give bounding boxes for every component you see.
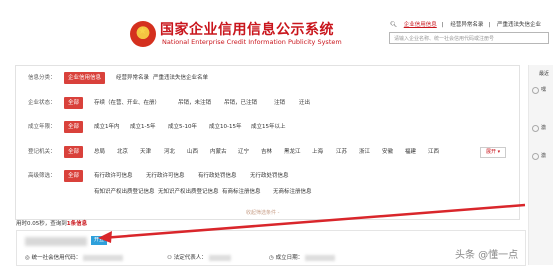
sidebar-item[interactable]: 激 [541, 124, 546, 131]
filter-chip-selected[interactable]: 全部 [64, 170, 84, 182]
page-subtitle: National Enterprise Credit Information P… [162, 38, 342, 46]
nav-abnormal-list[interactable]: 经营异常名录 [450, 22, 483, 28]
filter-option[interactable]: 浙江 [359, 146, 370, 158]
filter-option[interactable]: 注销 [274, 97, 285, 109]
status-badge: 开业 [91, 236, 108, 245]
filter-option[interactable]: 内蒙古 [210, 146, 227, 158]
right-sidebar: 最近 嘿 激 激 [528, 65, 553, 265]
filter-option[interactable]: 吉林 [261, 146, 272, 158]
established-label: 成立日期： [275, 255, 304, 261]
filter-option[interactable]: 有商标注册信息 [222, 186, 261, 198]
filter-option[interactable]: 河北 [164, 146, 175, 158]
sidebar-item[interactable]: 激 [541, 152, 546, 159]
nav-serious-violation[interactable]: 严重违法失信企业 [497, 22, 541, 28]
credit-code-field: ◎ 统一社会信用代码： [25, 253, 124, 261]
filter-option[interactable]: 有行政处罚信息 [198, 170, 237, 182]
top-nav: 🔍︎ 企业信用信息 | 经营异常名录 | 严重违法失信企业 [390, 22, 541, 28]
filter-option[interactable]: 江西 [428, 146, 439, 158]
filter-row-years: 成立年限： 全部 成立1年内 成立1-5年 成立5-10年 成立10-15年 成… [16, 121, 521, 133]
filter-option[interactable]: 山西 [187, 146, 198, 158]
filter-option[interactable]: 无知识产权出质登记信息 [158, 186, 219, 198]
result-time: 用时0.05秒，查询到 [16, 221, 67, 227]
sidebar-item[interactable]: 嘿 [541, 86, 546, 93]
expand-button[interactable]: 展开 ▾ [480, 147, 507, 158]
sidebar-title: 最近 [539, 71, 550, 77]
filter-row-category: 信息分类： 企业信用信息 经营异常名录 严重违法失信企业名单 [16, 72, 521, 84]
site-header: 国家企业信用信息公示系统 National Enterprise Credit … [0, 0, 553, 60]
filter-label: 成立年限： [28, 124, 56, 130]
result-summary: 用时0.05秒，查询到1条信息 [16, 219, 87, 227]
search-input[interactable]: 请输入企业名称、统一社会信用代码或注册号 [389, 32, 549, 44]
filter-option[interactable]: 安徽 [382, 146, 393, 158]
filter-option[interactable]: 无行政处罚信息 [250, 170, 289, 182]
filter-option[interactable]: 黑龙江 [284, 146, 301, 158]
filter-label: 信息分类： [28, 75, 56, 81]
watermark: 头条 @懂一点 [455, 250, 519, 261]
redacted-value [83, 254, 124, 261]
filter-option[interactable]: 成立10-15年 [209, 121, 241, 133]
info-icon: ◎ [25, 255, 30, 261]
filter-option[interactable]: 吊销，未注销 [178, 97, 211, 109]
filter-row-advanced-2: 有知识产权出质登记信息 无知识产权出质登记信息 有商标注册信息 无商标注册信息 [16, 186, 521, 198]
filter-option[interactable]: 总局 [94, 146, 105, 158]
filter-chip-selected[interactable]: 全部 [64, 146, 84, 158]
company-name-redacted[interactable] [25, 237, 87, 246]
filter-option[interactable]: 无行政许可信息 [146, 170, 185, 182]
nav-credit-info[interactable]: 企业信用信息 [404, 22, 437, 28]
filter-option[interactable]: 成立15年以上 [251, 121, 286, 133]
filter-option[interactable]: 有行政许可信息 [94, 170, 133, 182]
filter-option[interactable]: 存续（在营、开业、在册） [94, 97, 160, 109]
filter-option[interactable]: 有知识产权出质登记信息 [94, 186, 155, 198]
filter-option[interactable]: 无商标注册信息 [273, 186, 312, 198]
legal-rep-label: 法定代表人： [173, 255, 207, 261]
filter-label: 企业状态： [28, 100, 56, 106]
national-emblem-icon [130, 21, 156, 47]
filter-option[interactable]: 北京 [117, 146, 128, 158]
radio-icon[interactable] [532, 125, 539, 132]
search-icon: 🔍︎ [390, 22, 397, 28]
filter-option[interactable]: 天津 [140, 146, 151, 158]
credit-code-label: 统一社会信用代码： [31, 255, 82, 261]
filter-option[interactable]: 上海 [312, 146, 323, 158]
filter-label: 登记机关： [28, 149, 56, 155]
established-field: ◷ 成立日期： [269, 253, 336, 261]
filter-option[interactable]: 迁出 [299, 97, 310, 109]
filter-option[interactable]: 经营异常名录 [116, 72, 149, 84]
filter-option[interactable]: 江苏 [336, 146, 347, 158]
calendar-icon: ◷ [269, 255, 274, 261]
radio-icon[interactable] [532, 153, 539, 160]
filter-option[interactable]: 成立1年内 [94, 121, 120, 133]
filter-chip-selected[interactable]: 企业信用信息 [64, 72, 106, 84]
radio-icon[interactable] [532, 87, 539, 94]
filter-option[interactable]: 辽宁 [238, 146, 249, 158]
filter-chip-selected[interactable]: 全部 [64, 121, 84, 133]
filter-panel: 信息分类： 企业信用信息 经营异常名录 严重违法失信企业名单 企业状态： 全部 … [15, 65, 520, 220]
filter-chip-selected[interactable]: 全部 [64, 97, 84, 109]
filter-option[interactable]: 福建 [405, 146, 416, 158]
filter-row-status: 企业状态： 全部 存续（在营、开业、在册） 吊销，未注销 吊销，已注销 注销 迁… [16, 97, 521, 109]
result-card[interactable]: 开业 ◎ 统一社会信用代码： ⚇ 法定代表人： ◷ 成立日期： [16, 230, 526, 266]
redacted-value [305, 254, 336, 261]
collapse-filters-link[interactable]: 收起筛选条件 - [246, 209, 279, 216]
filter-option[interactable]: 吊销，已注销 [224, 97, 257, 109]
redacted-value [208, 254, 231, 261]
result-count: 1条信息 [66, 221, 88, 227]
filter-option[interactable]: 严重违法失信企业名单 [153, 72, 208, 84]
filter-row-advanced: 高级筛选： 全部 有行政许可信息 无行政许可信息 有行政处罚信息 无行政处罚信息 [16, 170, 521, 182]
filter-option[interactable]: 成立5-10年 [168, 121, 197, 133]
filter-option[interactable]: 成立1-5年 [130, 121, 155, 133]
legal-rep-field: ⚇ 法定代表人： [167, 253, 231, 261]
filter-row-authority: 登记机关： 全部 总局 北京 天津 河北 山西 内蒙古 辽宁 吉林 黑龙江 上海… [16, 146, 521, 158]
page-title: 国家企业信用信息公示系统 [160, 22, 334, 38]
filter-label: 高级筛选： [28, 173, 56, 179]
person-icon: ⚇ [167, 255, 172, 261]
